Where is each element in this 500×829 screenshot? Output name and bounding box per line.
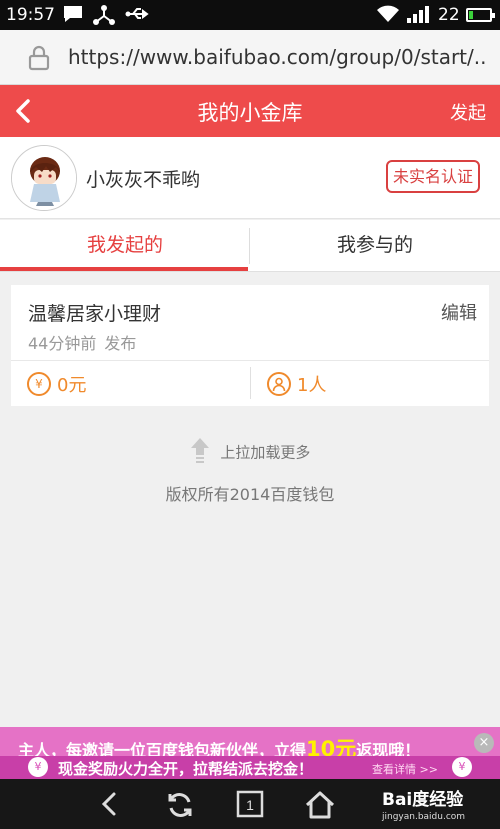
signal-icon [405, 4, 431, 29]
url-text[interactable]: https://www.baifubao.com/group/0/start/.… [68, 45, 488, 69]
promo-banner[interactable]: 主人，每邀请一位百度钱包新伙伴，立得10元返现哦！ × ¥ 现金奖励火力全开，拉… [0, 727, 500, 779]
plan-card[interactable]: 温馨居家小理财 编辑 44分钟前 发布 ¥ 0元 1人 [11, 285, 489, 406]
yen-icon: ¥ [27, 372, 51, 396]
tabs-count-icon[interactable]: 1 [236, 790, 264, 822]
battery-percent: 22 [438, 5, 460, 25]
yen-coin-icon: ¥ [452, 757, 472, 777]
plan-participants-value: 1人 [297, 375, 327, 396]
watermark-text: Bai度经验 [382, 790, 464, 810]
battery-level [469, 11, 473, 19]
profile-section: 小灰灰不乖哟 未实名认证 [0, 137, 500, 219]
plan-participants: 1人 [267, 371, 326, 397]
load-more-text: 上拉加载更多 [220, 443, 311, 462]
plan-time-ago: 44分钟前 [28, 334, 97, 353]
close-banner-icon[interactable]: × [474, 733, 494, 753]
verify-status-badge[interactable]: 未实名认证 [386, 160, 481, 193]
wifi-icon [376, 4, 400, 29]
banner-details-link[interactable]: 查看详情 >> [372, 761, 438, 777]
usb-icon [125, 4, 151, 29]
person-icon [267, 372, 291, 396]
plan-amount: ¥ 0元 [27, 371, 86, 397]
tab-initiated[interactable]: 我发起的 [0, 220, 250, 272]
banner-subline: ¥ 现金奖励火力全开，拉帮结派去挖金！ 查看详情 >> ¥ [0, 756, 500, 779]
copyright-text: 版权所有2014百度钱包 [165, 485, 335, 504]
arrow-up-icon [190, 436, 210, 468]
page-title: 我的小金库 [197, 101, 303, 125]
card-divider [11, 360, 489, 361]
plan-status: 发布 [104, 334, 137, 353]
battery-icon [466, 8, 495, 22]
tab-count: 1 [246, 797, 254, 813]
baidu-jingyan-watermark: Bai度经验 jingyan.baidu.com [382, 785, 465, 822]
watermark-url: jingyan.baidu.com [382, 812, 466, 822]
tab-participated[interactable]: 我参与的 [250, 220, 500, 272]
app-header: 我的小金库 发起 [0, 85, 500, 137]
status-time: 19:57 [6, 5, 55, 25]
browser-nav-bar: 1 Bai度经验 jingyan.baidu.com [0, 779, 500, 829]
edit-button[interactable]: 编辑 [441, 299, 477, 325]
browser-url-bar[interactable]: https://www.baifubao.com/group/0/start/.… [0, 30, 500, 85]
card-vertical-divider [250, 367, 251, 399]
banner-subline-text: 现金奖励火力全开，拉帮结派去挖金！ [58, 760, 314, 778]
load-more-hint: 上拉加载更多 [0, 436, 500, 466]
yen-coin-icon: ¥ [28, 757, 48, 777]
launch-button[interactable]: 发起 [450, 99, 486, 125]
refresh-icon[interactable] [165, 790, 195, 824]
username: 小灰灰不乖哟 [86, 169, 201, 191]
home-icon[interactable] [304, 790, 336, 824]
avatar[interactable] [11, 145, 77, 211]
tab-bar: 我发起的 我参与的 [0, 220, 500, 272]
back-nav-icon[interactable] [96, 790, 124, 822]
plan-meta: 44分钟前 发布 [28, 330, 136, 354]
lock-icon [28, 45, 50, 75]
tab-bar-border [0, 271, 500, 272]
tab-divider [249, 228, 250, 264]
usb-share-icon [93, 4, 115, 31]
plan-name[interactable]: 温馨居家小理财 [28, 299, 161, 326]
message-icon [62, 4, 84, 29]
plan-amount-value: 0元 [57, 375, 87, 396]
status-bar: 19:57 22 [0, 0, 500, 30]
